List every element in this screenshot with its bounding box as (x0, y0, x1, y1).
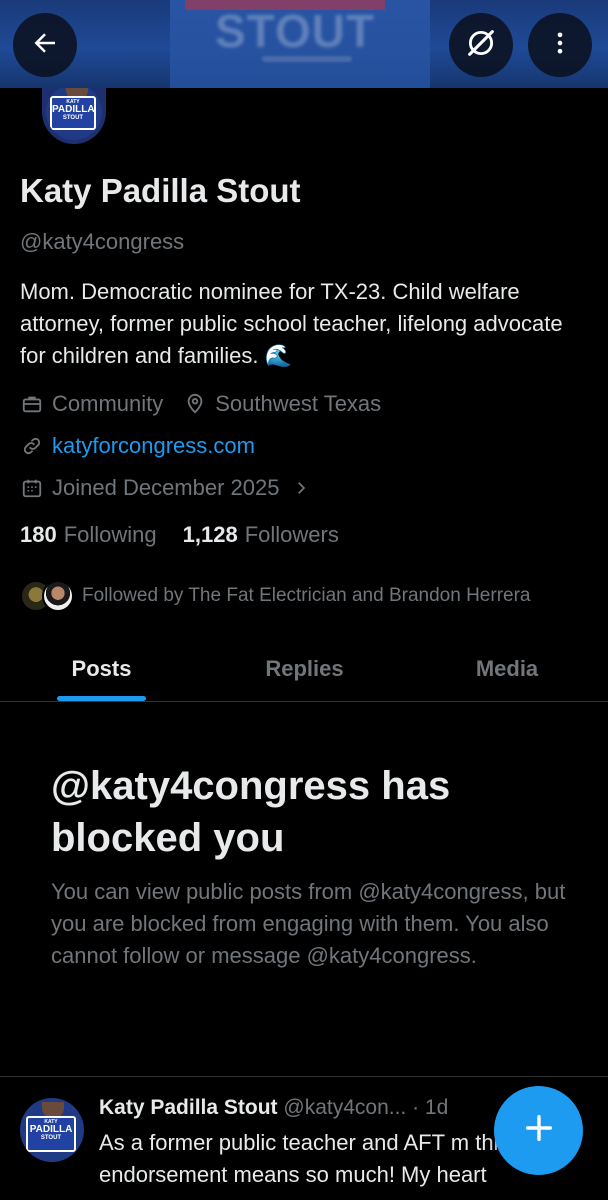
briefcase-icon (20, 392, 44, 416)
post-timestamp: · 1d (412, 1096, 449, 1119)
profile-category: Community (52, 391, 164, 416)
arrow-left-icon (30, 28, 60, 63)
followers-label: Followers (244, 522, 339, 547)
profile-meta-category-location: Community Southwest Texas (20, 391, 381, 417)
post-author-name: Katy Padilla Stout (99, 1096, 278, 1119)
post-header[interactable]: Katy Padilla Stout @katy4con... · 1d (99, 1096, 448, 1120)
calendar-icon (20, 476, 44, 500)
profile-banner[interactable]: STOUT (0, 0, 608, 88)
profile-website-link[interactable]: katyforcongress.com (52, 433, 255, 459)
grok-icon (464, 26, 498, 65)
tab-posts[interactable]: Posts (0, 636, 203, 702)
chevron-right-icon (289, 476, 313, 500)
avatar-sign-bottom: STOUT (62, 115, 84, 121)
compose-button[interactable] (494, 1086, 583, 1175)
followed-by-row[interactable]: Followed by The Fat Electrician and Bran… (20, 580, 531, 612)
post-avatar-sign: KATY PADILLA STOUT (26, 1116, 76, 1152)
blocked-description: You can view public posts from @katy4con… (51, 879, 566, 968)
followers-link[interactable]: 1,128 Followers (183, 522, 339, 548)
avatar-sign: KATY PADILLA STOUT (50, 96, 96, 130)
follower-avatar (42, 580, 74, 612)
tab-replies[interactable]: Replies (203, 636, 406, 702)
post-author-handle: @katy4con... (283, 1096, 407, 1119)
profile-joined-date: Joined December 2025 (52, 475, 280, 500)
profile-website-row[interactable]: katyforcongress.com (20, 433, 255, 459)
more-options-button[interactable] (528, 13, 592, 77)
location-pin-icon (183, 392, 207, 416)
plus-icon (522, 1111, 556, 1150)
tab-media[interactable]: Media (406, 636, 608, 702)
divider (0, 1076, 608, 1077)
profile-location: Southwest Texas (215, 391, 382, 416)
followed-by-text: Followed by The Fat Electrician and Bran… (82, 585, 531, 606)
active-tab-indicator (57, 696, 146, 701)
followers-count: 1,128 (182, 522, 238, 547)
following-label: Following (63, 522, 157, 547)
grok-button[interactable] (449, 13, 513, 77)
post-avatar[interactable]: KATY PADILLA STOUT (20, 1098, 84, 1162)
follow-counts: 180 Following 1,128 Followers (20, 522, 339, 548)
profile-handle: @katy4congress (20, 229, 185, 254)
avatar-sign-mid: PADILLA (52, 104, 95, 115)
profile-bio: Mom. Democratic nominee for TX-23. Child… (20, 279, 563, 368)
profile-tabs: Posts Replies Media (0, 636, 608, 702)
profile-name: Katy Padilla Stout (20, 172, 301, 209)
profile-joined-row[interactable]: Joined December 2025 (20, 475, 321, 501)
back-button[interactable] (13, 13, 77, 77)
following-link[interactable]: 180 Following (20, 522, 157, 548)
blocked-title: @katy4congress has blocked you (51, 764, 451, 860)
post-avatar-sign-bottom: STOUT (40, 1135, 62, 1141)
more-vertical-icon (546, 29, 574, 62)
following-count: 180 (20, 522, 57, 547)
profile-avatar[interactable]: KATY PADILLA STOUT (42, 88, 106, 144)
post-avatar-sign-mid: PADILLA (29, 1124, 73, 1135)
banner-text: STOUT (215, 5, 376, 57)
banner-subtext (262, 56, 352, 62)
link-icon (20, 434, 44, 458)
